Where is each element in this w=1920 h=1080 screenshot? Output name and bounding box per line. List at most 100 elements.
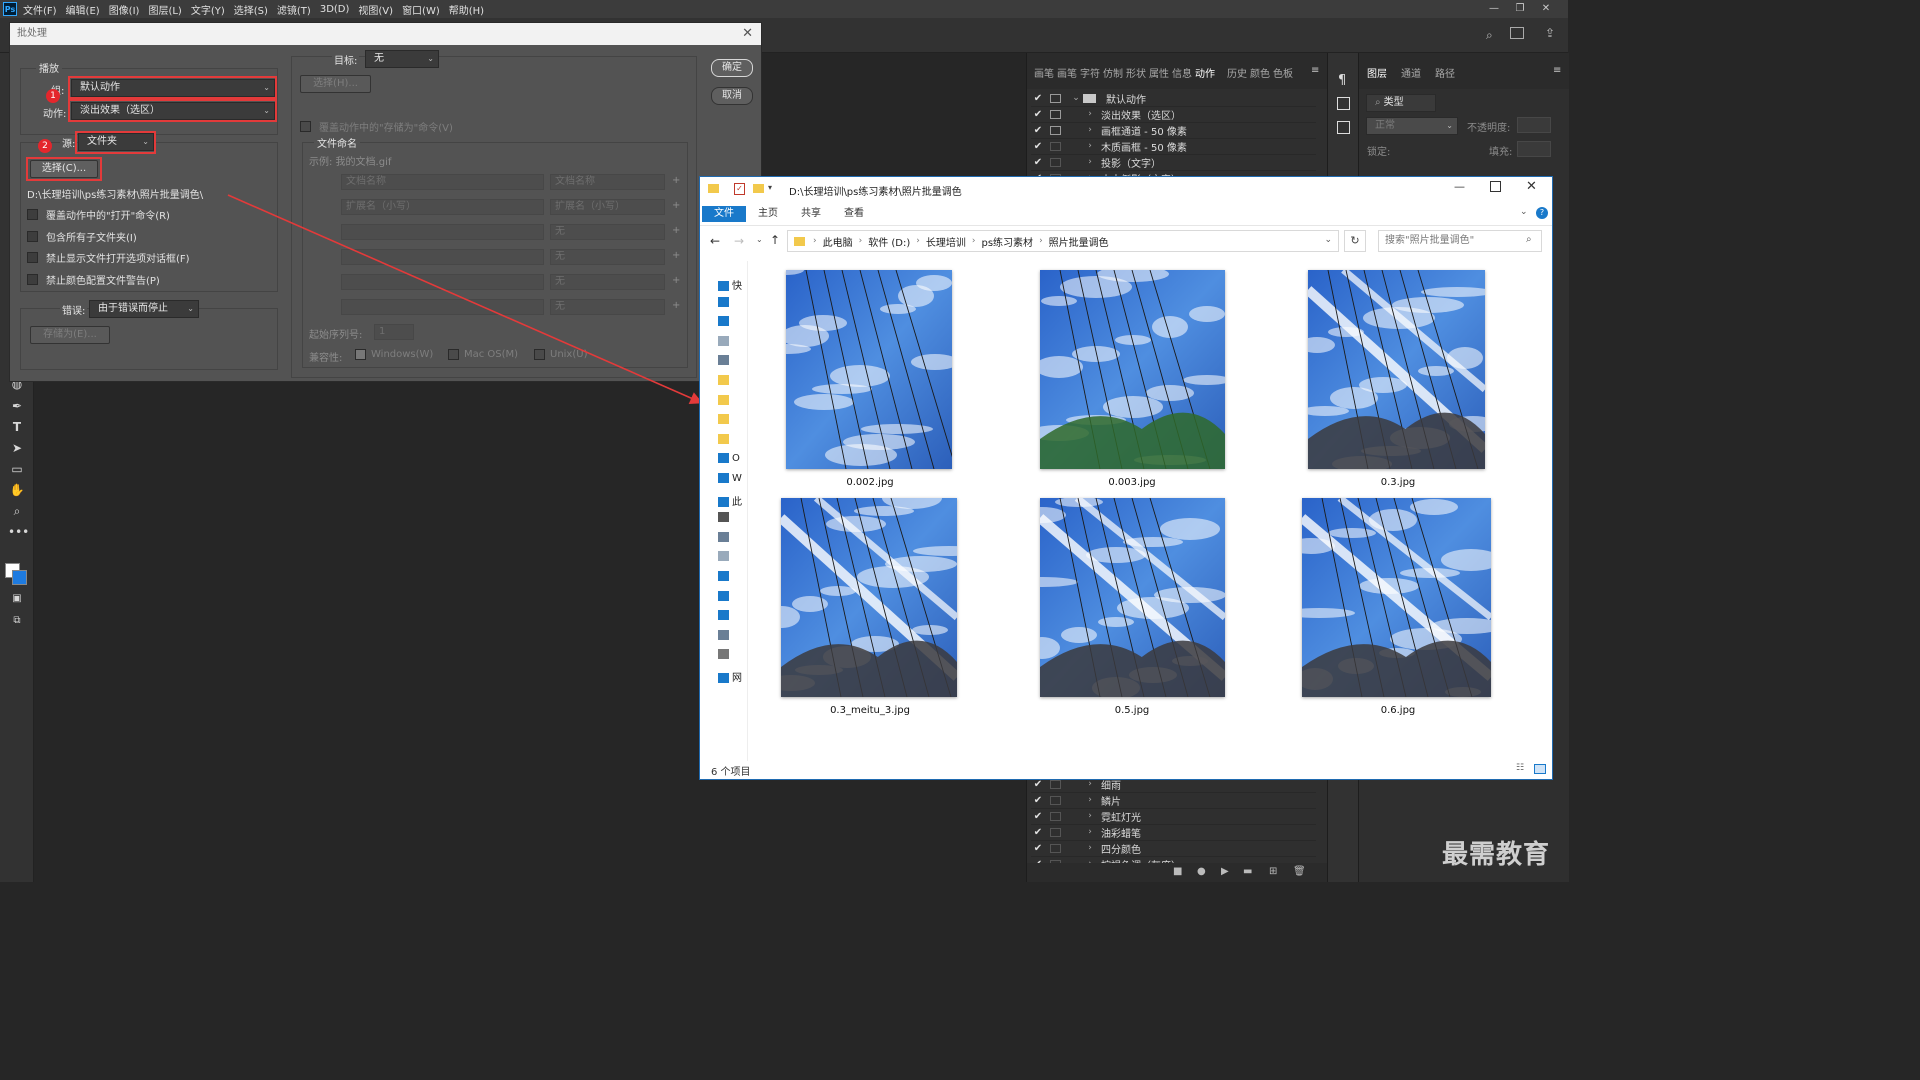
nav-item-icon (718, 496, 729, 507)
nav-item-icon (718, 673, 729, 683)
breadcrumb-training[interactable]: 长理培训 (926, 234, 966, 249)
nav-item-icon (718, 551, 729, 562)
maximize-icon[interactable] (1490, 181, 1501, 192)
breadcrumb-separator: › (916, 236, 920, 246)
nav-item-icon (718, 296, 729, 307)
sky-photo (786, 270, 952, 469)
help-icon[interactable]: ? (1536, 207, 1548, 219)
breadcrumb-drive-d[interactable]: 软件 (D:) (868, 234, 910, 249)
close-icon[interactable]: ✕ (1526, 179, 1537, 194)
photo-thumbnail[interactable] (781, 498, 957, 697)
large-icons-view-icon[interactable] (1534, 764, 1546, 774)
nav-item-icon (718, 414, 729, 425)
properties-icon[interactable]: ✓ (734, 183, 745, 195)
file-name-label[interactable]: 0.003.jpg (1042, 477, 1222, 488)
breadcrumb-current-folder[interactable]: 照片批量调色 (1049, 234, 1109, 249)
address-bar[interactable]: › 此电脑 › 软件 (D:) › 长理培训 › ps练习素材 › 照片批量调色… (787, 230, 1339, 252)
nav-item[interactable] (718, 296, 746, 308)
nav-item-label: 此 (732, 496, 742, 508)
nav-item[interactable] (718, 649, 746, 660)
nav-item-icon (718, 355, 729, 366)
nav-item-icon (718, 649, 729, 660)
photo-thumbnail[interactable] (786, 270, 952, 469)
file-name-label[interactable]: 0.6.jpg (1308, 705, 1488, 716)
nav-item-label: W (732, 473, 742, 484)
minimize-icon[interactable]: — (1454, 180, 1465, 193)
sky-photo (1040, 498, 1225, 697)
nav-item[interactable] (718, 531, 746, 543)
explorer-titlebar: ✓ ▾ D:\长理培训\ps练习素材\照片批量调色 — ✕ (700, 177, 1552, 203)
nav-item[interactable] (718, 316, 746, 327)
address-dropdown-icon[interactable]: ⌄ (1324, 235, 1332, 245)
breadcrumb-this-pc[interactable]: 此电脑 (823, 234, 853, 249)
breadcrumb-separator: › (858, 236, 863, 246)
nav-item-icon (718, 531, 729, 542)
photo-thumbnail[interactable] (1302, 498, 1491, 697)
sky-photo (1302, 498, 1491, 697)
search-icon: ⌕ (1526, 234, 1532, 245)
nav-item-icon (718, 281, 729, 291)
new-folder-icon[interactable] (753, 184, 764, 193)
item-count: 6 个项目 (711, 767, 751, 778)
nav-item[interactable] (718, 610, 746, 621)
nav-item[interactable]: W (718, 473, 746, 484)
nav-item-icon (718, 610, 729, 621)
nav-item-icon (718, 453, 729, 464)
nav-item-label: 网 (732, 673, 742, 684)
file-name-label[interactable]: 0.002.jpg (780, 477, 960, 488)
nav-item[interactable] (718, 414, 746, 425)
up-arrow-icon[interactable]: ↑ (770, 233, 780, 247)
refresh-icon[interactable]: ↻ (1344, 230, 1366, 252)
nav-item[interactable] (718, 433, 746, 445)
ribbon-expand-icon[interactable]: ⌄ (1520, 207, 1528, 217)
breadcrumb-separator: › (813, 236, 817, 246)
breadcrumb-separator: › (1039, 236, 1043, 246)
forward-arrow-icon[interactable]: → (734, 234, 744, 248)
breadcrumb-ps-materials[interactable]: ps练习素材 (982, 234, 1034, 249)
ribbon-tab-view[interactable]: 查看 (844, 206, 864, 222)
file-name-label[interactable]: 0.3.jpg (1308, 477, 1488, 488)
sky-photo (1308, 270, 1485, 469)
nav-item[interactable]: 快 (718, 277, 746, 292)
photo-thumbnail[interactable] (1040, 270, 1225, 469)
file-name-label[interactable]: 0.3_meitu_3.jpg (780, 705, 960, 716)
nav-item[interactable] (718, 551, 746, 562)
nav-item-label: 快 (732, 281, 742, 292)
nav-item[interactable] (718, 629, 746, 641)
sky-photo (1040, 270, 1225, 469)
recent-dropdown-icon[interactable]: ⌄ (756, 235, 763, 244)
nav-item[interactable] (718, 375, 746, 386)
nav-item-icon (718, 473, 729, 483)
back-arrow-icon[interactable]: ← (710, 234, 720, 248)
nav-item[interactable]: O (718, 453, 746, 464)
photo-thumbnail[interactable] (1308, 270, 1485, 469)
nav-item[interactable] (718, 335, 746, 347)
address-bar-row: ← → ⌄ ↑ › 此电脑 › 软件 (D:) › 长理培训 › ps练习素材 … (700, 226, 1552, 258)
ribbon-tab-home[interactable]: 主页 (758, 206, 778, 222)
nav-item[interactable]: 此 (718, 493, 746, 508)
nav-item[interactable] (718, 512, 746, 523)
nav-item-icon (718, 571, 729, 581)
qat-dropdown-icon[interactable]: ▾ (768, 183, 772, 192)
file-name-label[interactable]: 0.5.jpg (1042, 705, 1222, 716)
file-explorer-window: ✓ ▾ D:\长理培训\ps练习素材\照片批量调色 — ✕ 文件 主页 共享 查… (699, 176, 1553, 780)
nav-item[interactable]: 网 (718, 669, 746, 684)
nav-item[interactable] (718, 355, 746, 366)
nav-item[interactable] (718, 394, 746, 406)
ribbon-tab-share[interactable]: 共享 (801, 206, 821, 222)
breadcrumb-separator: › (971, 236, 976, 246)
ribbon-tab-file[interactable]: 文件 (702, 206, 746, 222)
nav-item[interactable] (718, 571, 746, 582)
details-view-icon[interactable]: ☷ (1516, 763, 1524, 773)
nav-item-icon (718, 629, 729, 640)
nav-item-icon (718, 335, 729, 346)
nav-item-icon (718, 433, 729, 444)
photo-thumbnail[interactable] (1040, 498, 1225, 697)
ribbon-tabs: 文件 主页 共享 查看 ⌄ ? (700, 203, 1552, 226)
sky-photo (781, 498, 957, 697)
nav-item-icon (718, 512, 729, 523)
navigation-pane: 快 OW 此网 (700, 261, 748, 761)
nav-item[interactable] (718, 590, 746, 602)
nav-item-icon (718, 394, 729, 405)
search-input[interactable]: 搜索"照片批量调色" (1378, 230, 1542, 252)
